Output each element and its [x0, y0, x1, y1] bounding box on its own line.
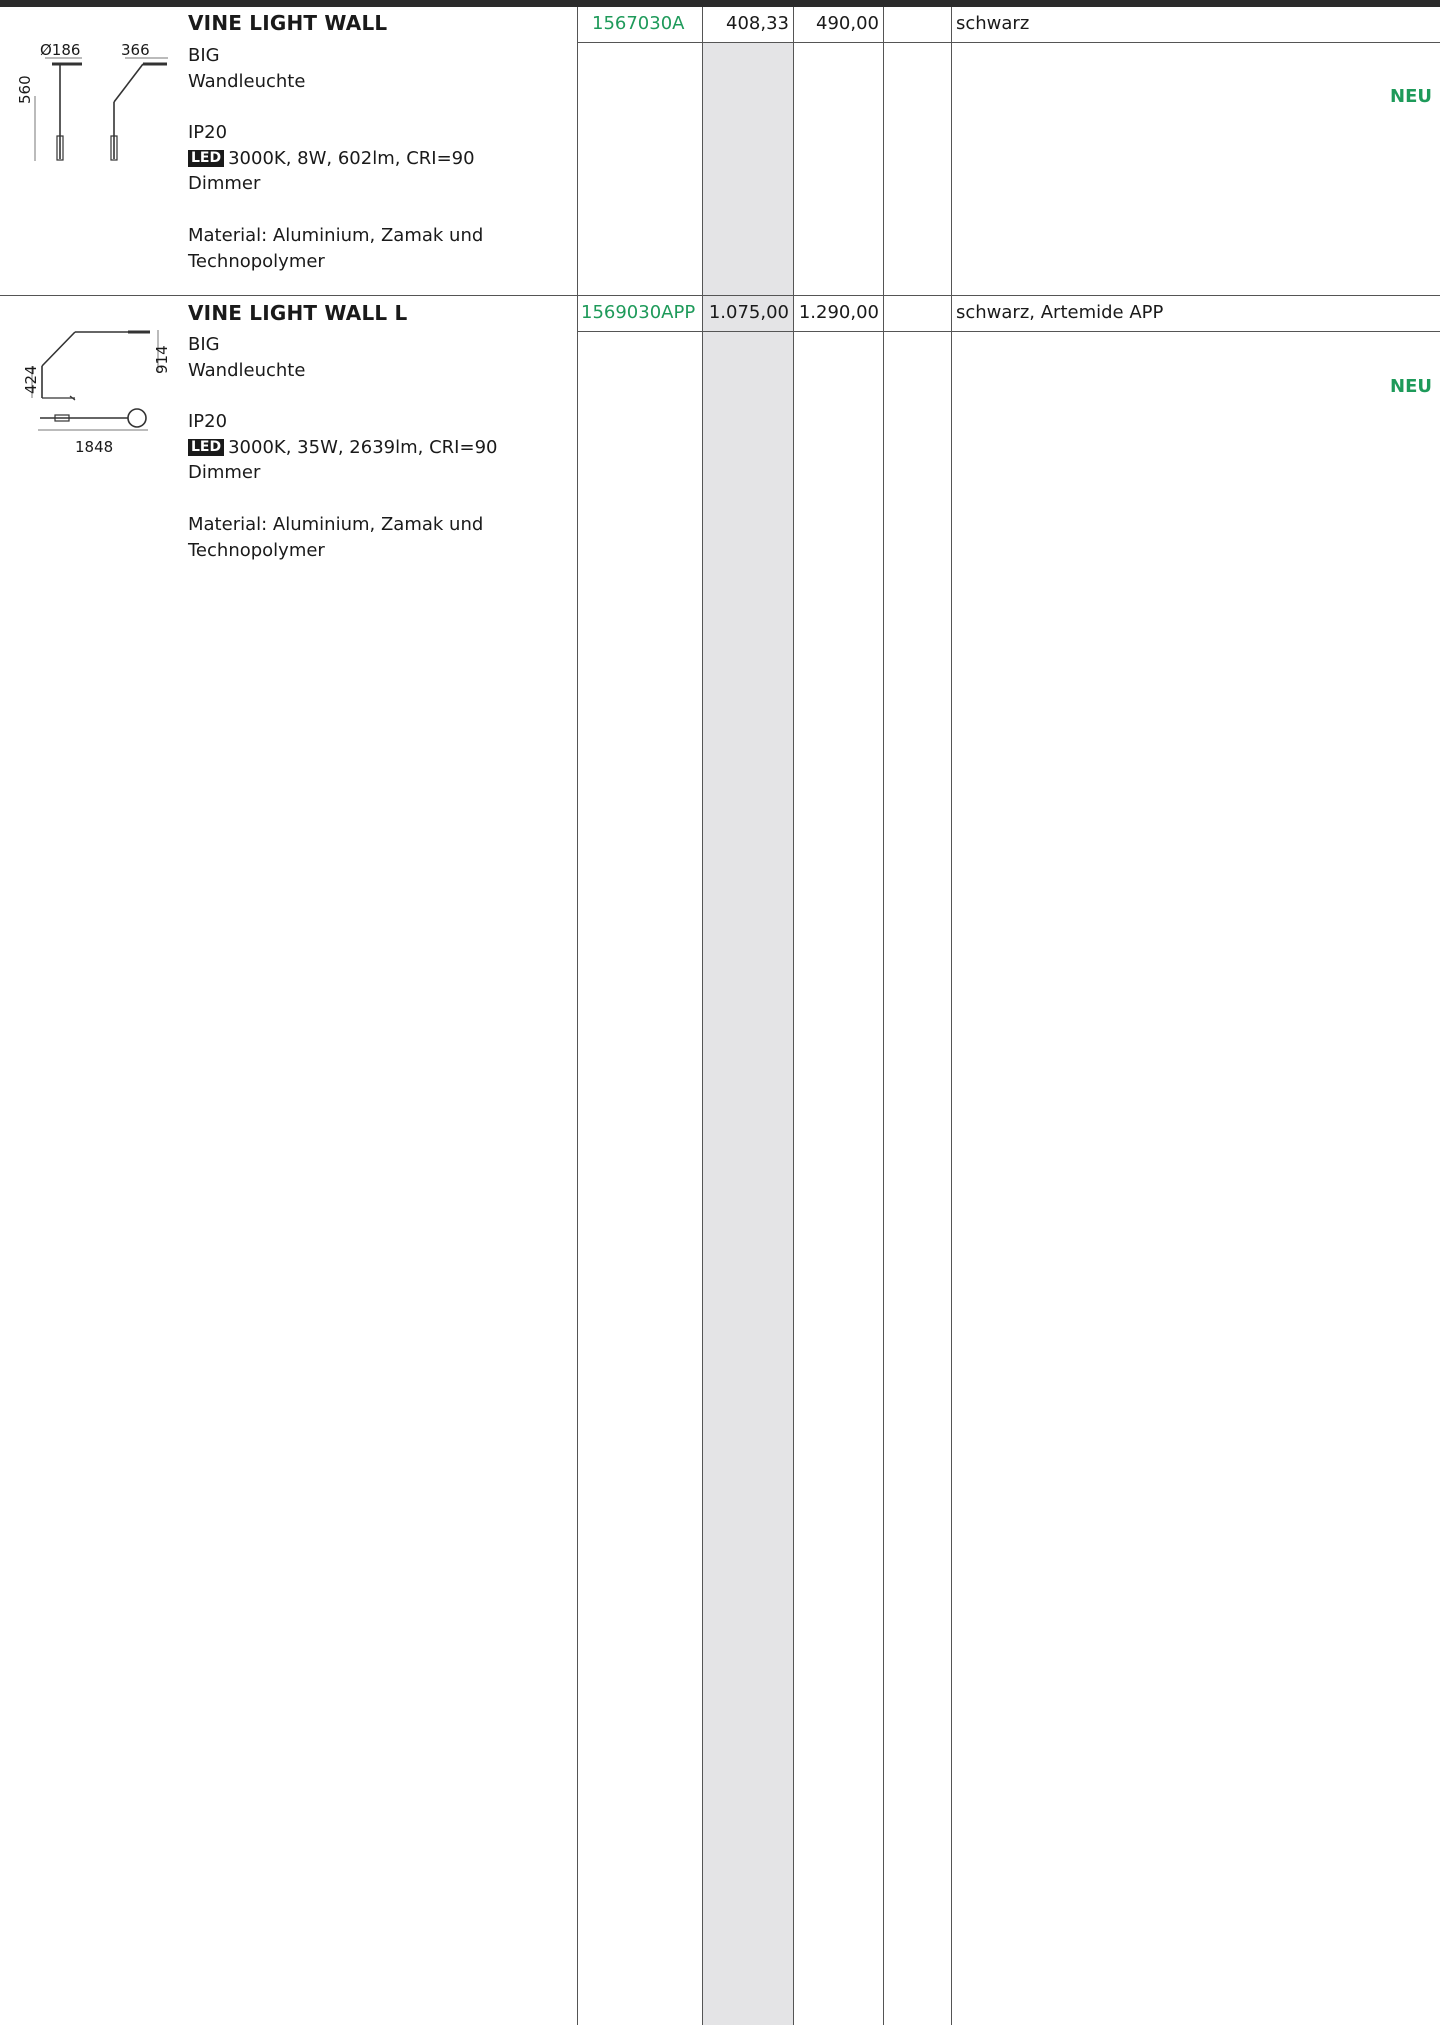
- price-net: 1.075,00: [708, 302, 789, 323]
- product-description: BIG Wandleuchte IP20 LED 3000K, 8W, 602lm…: [188, 43, 483, 274]
- dimension-width: 366: [121, 41, 150, 59]
- dimension-diameter: Ø186: [40, 41, 81, 59]
- product-type: Wandleuchte: [188, 359, 306, 381]
- row-divider: [577, 42, 1440, 43]
- new-badge: NEU: [1390, 86, 1432, 107]
- product-material-cont: Technopolymer: [188, 539, 325, 561]
- article-code: 1569030APP: [581, 302, 696, 323]
- row-divider: [0, 295, 1440, 296]
- column-divider: [883, 7, 884, 2025]
- price-gross: 490,00: [816, 13, 879, 34]
- article-code: 1567030A: [592, 13, 685, 34]
- product-material-cont: Technopolymer: [188, 250, 325, 272]
- price-net-column-shade: [703, 43, 793, 2025]
- dimension-height-left: 424: [22, 365, 40, 394]
- product-ip-rating: IP20: [188, 122, 228, 144]
- finish: schwarz: [956, 13, 1030, 34]
- column-divider: [951, 7, 952, 2025]
- price-net: 408,33: [726, 13, 789, 34]
- product-material: Material: Aluminium, Zamak und: [188, 224, 484, 246]
- led-spec: 3000K, 8W, 602lm, CRI=90: [228, 147, 475, 169]
- product-type: Wandleuchte: [188, 70, 306, 92]
- product-dimmer: Dimmer: [188, 173, 261, 195]
- product-size: BIG: [188, 334, 220, 355]
- dimension-length: 1848: [75, 438, 114, 456]
- product-dimmer: Dimmer: [188, 462, 261, 484]
- product-size: BIG: [188, 45, 220, 66]
- led-badge: LED: [188, 438, 225, 456]
- product-title: VINE LIGHT WALL: [188, 11, 388, 35]
- dimension-height-right: 914: [153, 345, 171, 374]
- led-badge: LED: [188, 149, 225, 167]
- product-material: Material: Aluminium, Zamak und: [188, 513, 484, 535]
- top-bar: [0, 0, 1440, 7]
- led-spec: 3000K, 35W, 2639lm, CRI=90: [228, 436, 498, 458]
- product-title: VINE LIGHT WALL L: [188, 301, 408, 325]
- product-description: BIG Wandleuchte IP20 LED 3000K, 35W, 2639…: [188, 332, 497, 563]
- finish: schwarz, Artemide APP: [956, 302, 1164, 323]
- column-divider: [577, 7, 578, 2025]
- new-badge: NEU: [1390, 376, 1432, 397]
- dimension-height: 560: [16, 75, 34, 104]
- row-divider: [577, 331, 1440, 332]
- price-gross: 1.290,00: [798, 302, 879, 323]
- product-ip-rating: IP20: [188, 411, 228, 433]
